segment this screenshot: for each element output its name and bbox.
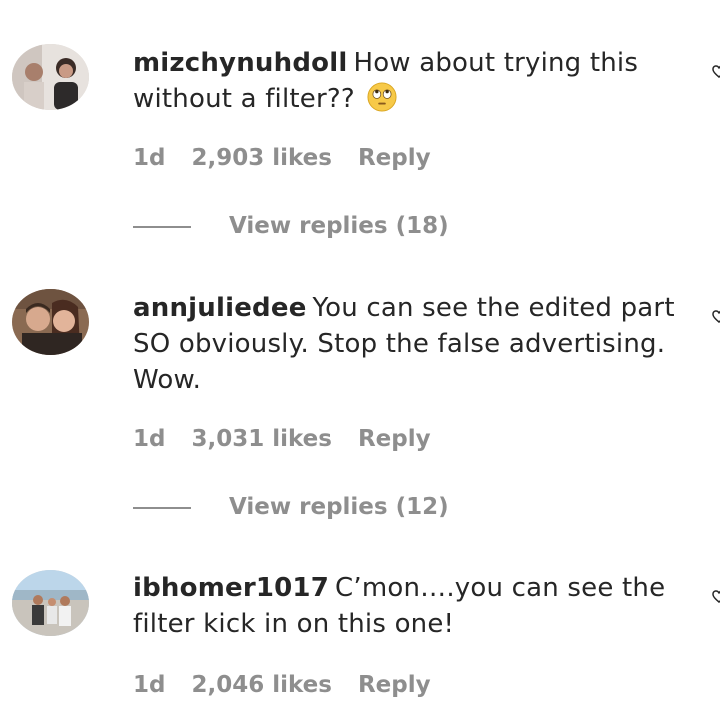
- view-replies-button[interactable]: View replies (12): [133, 494, 449, 520]
- comment-time: 1d: [133, 145, 166, 171]
- comment-meta: 1d 2,903 likes Reply: [133, 145, 457, 171]
- view-replies-label: View replies (12): [229, 494, 449, 520]
- comment-text: annjuliedee You can see the edited part S…: [133, 290, 693, 398]
- comment-likes[interactable]: 2,046 likes: [191, 672, 332, 698]
- comment-meta: 1d 3,031 likes Reply: [133, 426, 457, 452]
- comment-meta: 1d 2,046 likes Reply: [133, 672, 457, 698]
- comment-time: 1d: [133, 672, 166, 698]
- reply-button[interactable]: Reply: [358, 672, 431, 698]
- avatar-image: [12, 289, 89, 355]
- comments-list: mizchynuhdoll How about trying this witho…: [0, 0, 720, 720]
- avatar-image: [12, 570, 89, 636]
- reply-button[interactable]: Reply: [358, 145, 431, 171]
- replies-divider: [133, 506, 191, 509]
- comment-text: ibhomer1017 C’mon….you can see the filter…: [133, 570, 693, 642]
- comment-username[interactable]: mizchynuhdoll: [133, 48, 347, 78]
- view-replies-label: View replies (18): [229, 213, 449, 239]
- heart-icon[interactable]: [712, 590, 720, 604]
- avatar[interactable]: [12, 570, 89, 636]
- reply-button[interactable]: Reply: [358, 426, 431, 452]
- heart-icon[interactable]: [712, 65, 720, 79]
- comment-username[interactable]: ibhomer1017: [133, 573, 329, 603]
- replies-divider: [133, 225, 191, 228]
- avatar[interactable]: [12, 44, 89, 110]
- comment-likes[interactable]: 2,903 likes: [191, 145, 332, 171]
- comment-text: mizchynuhdoll How about trying this witho…: [133, 45, 693, 117]
- comment-likes[interactable]: 3,031 likes: [191, 426, 332, 452]
- avatar-image: [12, 44, 89, 110]
- comment-time: 1d: [133, 426, 166, 452]
- heart-icon[interactable]: [712, 310, 720, 324]
- face-with-rolling-eyes-emoji: [367, 82, 397, 112]
- view-replies-button[interactable]: View replies (18): [133, 213, 449, 239]
- avatar[interactable]: [12, 289, 89, 355]
- comment-username[interactable]: annjuliedee: [133, 293, 307, 323]
